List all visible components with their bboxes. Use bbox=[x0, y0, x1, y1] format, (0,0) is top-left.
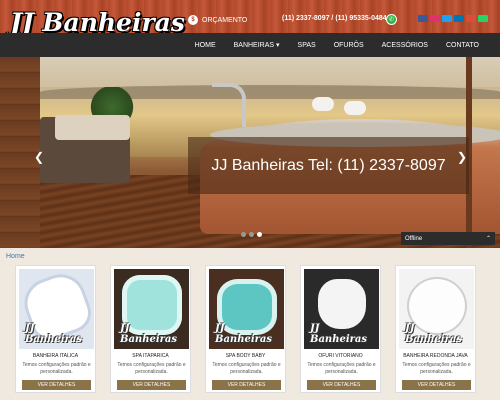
product-card[interactable]: JJ Banheiras SPA BODY BABY Temos configu… bbox=[205, 265, 286, 393]
product-desc: Temos configurações padrão e personaliza… bbox=[212, 362, 281, 375]
product-image[interactable]: JJ Banheiras bbox=[19, 269, 94, 349]
hero-towel bbox=[344, 101, 366, 115]
product-card[interactable]: JJ Banheiras BANHEIRA REDONDA JAVA Temos… bbox=[395, 265, 476, 393]
product-desc: Temos configurações padrão e personaliza… bbox=[307, 362, 376, 375]
product-title: OFURI VITORIANO bbox=[318, 353, 363, 359]
slider-dot-active[interactable] bbox=[257, 232, 262, 237]
linkedin-icon[interactable] bbox=[454, 15, 464, 22]
product-image[interactable]: JJ Banheiras bbox=[399, 269, 474, 349]
twitter-icon[interactable] bbox=[442, 15, 452, 22]
slider-dot[interactable] bbox=[241, 232, 246, 237]
product-desc: Temos configurações padrão e personaliza… bbox=[22, 362, 91, 375]
product-title: BANHEIRA REDONDA JAVA bbox=[403, 353, 468, 359]
product-card[interactable]: JJ Banheiras BANHEIRA ITALICA Temos conf… bbox=[15, 265, 96, 393]
slider-dot[interactable] bbox=[249, 232, 254, 237]
watermark-logo: JJ Banheiras bbox=[310, 323, 368, 345]
chevron-up-icon[interactable]: ⌃ bbox=[486, 235, 491, 242]
breadcrumb-home[interactable]: Home bbox=[6, 253, 25, 260]
details-button[interactable]: VER DETALHES bbox=[212, 380, 281, 390]
product-grid: JJ Banheiras BANHEIRA ITALICA Temos conf… bbox=[15, 265, 485, 400]
product-desc: Temos configurações padrão e personaliza… bbox=[402, 362, 471, 375]
whatsapp-social-icon[interactable] bbox=[478, 15, 488, 22]
chat-widget[interactable]: Offline ⌃ bbox=[401, 232, 495, 245]
nav-acessorios[interactable]: ACESSÓRIOS bbox=[373, 42, 437, 49]
product-image[interactable]: JJ Banheiras bbox=[304, 269, 379, 349]
hero-cushion bbox=[55, 115, 130, 140]
instagram-icon[interactable] bbox=[430, 15, 440, 22]
facebook-icon[interactable] bbox=[418, 15, 428, 22]
hero-towel bbox=[312, 97, 334, 111]
quote-label: ORÇAMENTO bbox=[202, 16, 248, 24]
product-image[interactable]: JJ Banheiras bbox=[114, 269, 189, 349]
nav-contato[interactable]: CONTATO bbox=[437, 42, 488, 49]
google-plus-icon[interactable] bbox=[466, 15, 476, 22]
quote-icon: $ bbox=[188, 15, 198, 25]
details-button[interactable]: VER DETALHES bbox=[402, 380, 471, 390]
main-nav: HOME BANHEIRAS ▾ SPAS OFURÔS ACESSÓRIOS … bbox=[0, 33, 500, 57]
social-icons bbox=[418, 15, 488, 22]
watermark-logo: JJ Banheiras bbox=[120, 323, 178, 345]
details-button[interactable]: VER DETALHES bbox=[307, 380, 376, 390]
product-image[interactable]: JJ Banheiras bbox=[209, 269, 284, 349]
quote-link[interactable]: $ ORÇAMENTO bbox=[188, 15, 247, 25]
slider-prev-icon[interactable]: ❮ bbox=[34, 150, 44, 164]
product-card[interactable]: JJ Banheiras SPA ITAPARICA Temos configu… bbox=[110, 265, 191, 393]
slider-next-icon[interactable]: ❯ bbox=[457, 150, 467, 164]
hero-caption: JJ Banheiras Tel: (11) 2337-8097 bbox=[188, 137, 469, 194]
nav-ofuros[interactable]: OFURÔS bbox=[325, 42, 373, 49]
phone-numbers: (11) 2337-8097 / (11) 95335-0484 bbox=[282, 15, 387, 22]
product-title: SPA ITAPARICA bbox=[132, 353, 169, 359]
nav-banheiras[interactable]: BANHEIRAS ▾ bbox=[225, 41, 289, 49]
watermark-logo: JJ Banheiras bbox=[25, 323, 83, 345]
hero-slider: JJ Banheiras Tel: (11) 2337-8097 ❮ ❯ bbox=[0, 57, 500, 248]
hero-faucet bbox=[212, 83, 246, 127]
whatsapp-icon[interactable]: ✆ bbox=[386, 14, 397, 25]
details-button[interactable]: VER DETALHES bbox=[22, 380, 91, 390]
watermark-logo: JJ Banheiras bbox=[405, 323, 463, 345]
watermark-logo: JJ Banheiras bbox=[215, 323, 273, 345]
product-title: BANHEIRA ITALICA bbox=[32, 353, 79, 359]
product-desc: Temos configurações padrão e personaliza… bbox=[117, 362, 186, 375]
nav-spas[interactable]: SPAS bbox=[289, 42, 325, 49]
product-card[interactable]: JJ Banheiras OFURI VITORIANO Temos confi… bbox=[300, 265, 381, 393]
details-button[interactable]: VER DETALHES bbox=[117, 380, 186, 390]
chat-status: Offline bbox=[405, 235, 423, 242]
slider-dots bbox=[241, 232, 262, 237]
product-title: SPA BODY BABY bbox=[225, 353, 266, 359]
nav-home[interactable]: HOME bbox=[186, 42, 225, 49]
